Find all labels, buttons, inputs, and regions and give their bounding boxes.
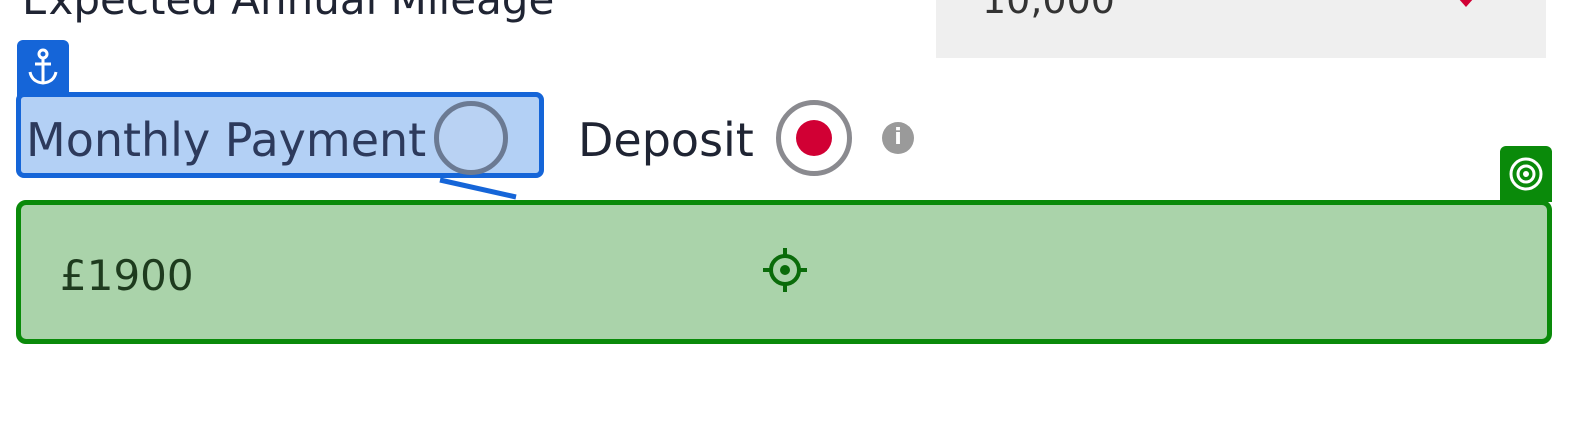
monthly-payment-radio[interactable] — [434, 101, 508, 175]
payment-amount-value: £1900 — [60, 251, 194, 300]
chevron-down-icon — [1459, 0, 1473, 7]
mileage-select-value: 10,000 — [982, 0, 1115, 22]
deposit-label: Deposit — [578, 113, 754, 167]
anchor-icon — [28, 48, 58, 85]
monthly-payment-label: Monthly Payment — [26, 113, 427, 167]
target-icon — [1509, 157, 1543, 191]
info-icon[interactable]: i — [882, 122, 914, 154]
crosshair-icon — [763, 248, 807, 292]
mileage-label: Expected Annual Mileage — [22, 0, 554, 26]
deposit-radio-dot — [796, 120, 832, 156]
target-marker — [1500, 146, 1552, 202]
anchor-marker — [17, 40, 69, 96]
